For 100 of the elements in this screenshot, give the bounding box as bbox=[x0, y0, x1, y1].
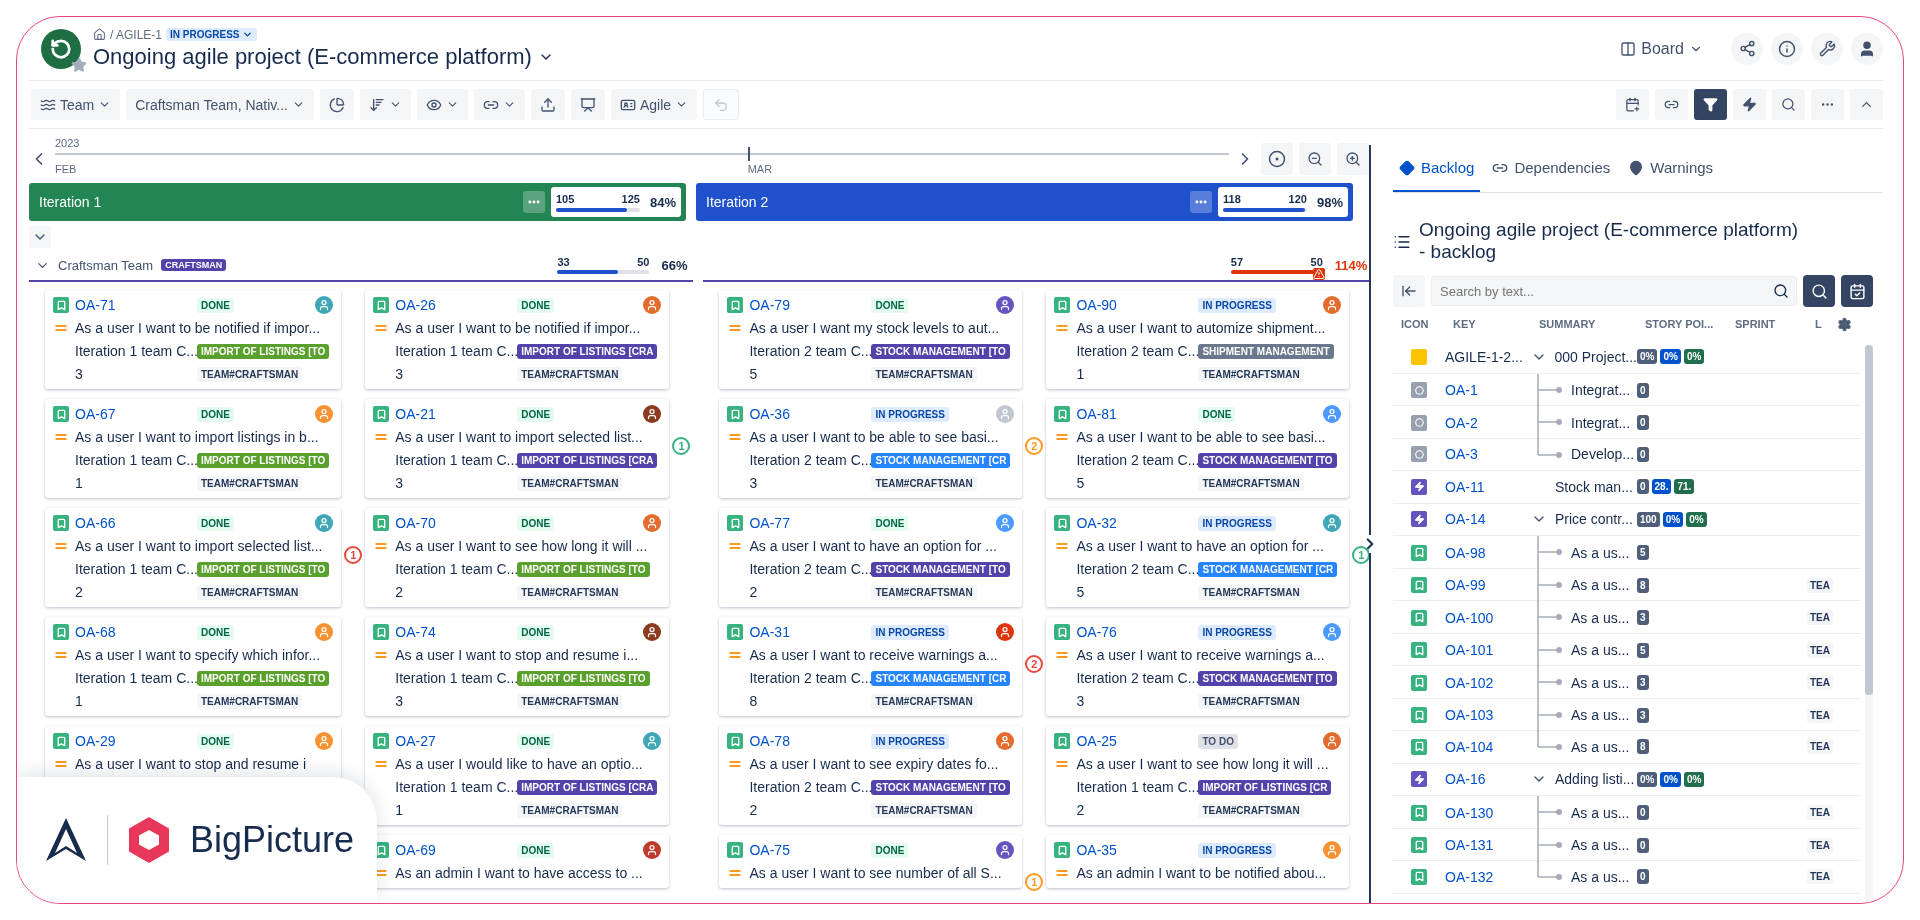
issue-key-link[interactable]: OA-66 bbox=[75, 515, 116, 531]
story-points-badge: 0 bbox=[1637, 446, 1649, 462]
panel-tab[interactable]: Warnings bbox=[1622, 145, 1720, 192]
issue-key-link[interactable]: OA-26 bbox=[395, 297, 436, 313]
issue-key-link[interactable]: OA-102 bbox=[1445, 674, 1531, 691]
column-header[interactable]: L bbox=[1807, 318, 1837, 330]
issue-key-link[interactable]: OA-31 bbox=[749, 624, 790, 640]
issue-key-link[interactable]: OA-81 bbox=[1076, 406, 1117, 422]
issue-key-link[interactable]: OA-25 bbox=[1076, 733, 1117, 749]
issue-key-link[interactable]: OA-99 bbox=[1445, 577, 1531, 593]
issue-key-link[interactable]: OA-71 bbox=[75, 297, 116, 313]
issue-card[interactable]: OA-67 DONE As a user I want to import listings in b... Iteration 1 team C... IMPORT OF LISTINGS [TO 1 TEAM#CRAFTSMAN bbox=[45, 399, 342, 498]
issue-key-link[interactable]: OA-27 bbox=[395, 733, 436, 749]
column-header[interactable]: STORY POI... bbox=[1637, 318, 1727, 330]
brand-name: BigPicture bbox=[190, 819, 355, 861]
issue-card[interactable]: OA-68 DONE As a user I want to specify which infor... Iteration 1 team C... IMPORT OF LISTINGS [TO 1 TEAM#CRAFTSMAN bbox=[45, 617, 342, 716]
issue-key-link[interactable]: OA-32 bbox=[1076, 515, 1117, 531]
issue-key-link[interactable]: OA-16 bbox=[1445, 771, 1531, 788]
search-field[interactable]: Search by text... bbox=[1431, 276, 1797, 306]
column-header[interactable]: SPRINT bbox=[1727, 318, 1807, 330]
issue-summary: As a user I want to receive warnings a... bbox=[1076, 647, 1325, 663]
issue-card[interactable]: OA-29 DONE As a user I want to stop and resume i bbox=[45, 726, 342, 779]
status-dropdown[interactable]: IN PROGRESS bbox=[166, 28, 257, 41]
issue-card[interactable]: OA-71 DONE As a user I want to be notified if impor... Iteration 1 team C... IMPORT OF LISTINGS [TO 3 TEAM#CRAFTSMAN bbox=[45, 290, 342, 389]
issue-card[interactable]: OA-78 IN PROGRESS As a user I want to see expiry dates fo... Iteration 2 team C... STOCK MANAGEMENT [TO 2 TEAM#CRAFTSMAN bbox=[719, 726, 1023, 825]
issue-key-link[interactable]: OA-75 bbox=[749, 842, 790, 858]
team-filter-dropdown[interactable]: Craftsman Team, Nativ... bbox=[126, 89, 314, 120]
issue-card[interactable]: OA-21 DONE As a user I want to import selected list... Iteration 1 team C... IMPORT OF LISTINGS [CRA 3 TEAM#CRAFTSMAN bbox=[365, 399, 670, 498]
issue-key-link[interactable]: OA-11 bbox=[1445, 478, 1531, 495]
iteration-bar[interactable]: Iteration 2 118 120 98% bbox=[696, 183, 1353, 221]
issue-card[interactable]: OA-36 IN PROGRESS As a user I want to be able to see basi... Iteration 2 team C... STOCK MANAGEMENT [CR 3 TEAM#CRAFTSMAN bbox=[719, 399, 1023, 498]
issue-card[interactable]: OA-70 DONE As a user I want to see how long it will ... Iteration 1 team C... IMPORT OF LISTINGS [TO 2 TEAM#CRAFTSMAN bbox=[365, 508, 670, 607]
issue-key-link[interactable]: OA-1 bbox=[1445, 382, 1531, 398]
issue-key-link[interactable]: OA-67 bbox=[75, 406, 116, 422]
view-dropdown[interactable]: Board bbox=[1614, 38, 1709, 59]
issue-key-link[interactable]: OA-131 bbox=[1445, 837, 1531, 853]
issue-card[interactable]: OA-81 DONE As a user I want to be able to see basi... Iteration 2 team C... STOCK MANAGEMENT [TO 5 TEAM#CRAFTSMAN bbox=[1046, 399, 1350, 498]
issue-card[interactable]: OA-32 IN PROGRESS As a user I want to have an option for ... Iteration 2 team C... STOCK MANAGEMENT [CR 5 TEAM#CRAFTSMAN bbox=[1046, 508, 1350, 607]
issue-key-link[interactable]: OA-103 bbox=[1445, 707, 1531, 723]
story-points-badge: 3 bbox=[1637, 707, 1649, 723]
issue-card[interactable]: OA-90 IN PROGRESS As a user I want to automize shipment... Iteration 2 team C... SHIPMENT MANAGEMENT 1 TEAM#CRAFTSMAN bbox=[1046, 290, 1350, 389]
issue-key-link[interactable]: OA-36 bbox=[749, 406, 790, 422]
issue-key-link[interactable]: OA-68 bbox=[75, 624, 116, 640]
issue-card[interactable]: OA-31 IN PROGRESS As a user I want to receive warnings a... Iteration 2 team C... STOCK MANAGEMENT [CR 8 TEAM#CRAFTSMAN bbox=[719, 617, 1023, 716]
backlog-title: Ongoing agile project (E-commerce platform) - backlog bbox=[1419, 219, 1799, 263]
timeline-track[interactable]: 2023 FEB MAR bbox=[55, 139, 1229, 179]
panel-tab[interactable]: Dependencies bbox=[1486, 145, 1617, 192]
issue-key-link[interactable]: OA-35 bbox=[1076, 842, 1117, 858]
column-header[interactable]: KEY bbox=[1445, 318, 1531, 330]
issue-card[interactable]: OA-66 DONE As a user I want to import selected list... Iteration 1 team C... IMPORT OF LISTINGS [TO 2 TEAM#CRAFTSMAN bbox=[45, 508, 342, 607]
story-points-badge: 3 bbox=[1637, 675, 1649, 690]
issue-key-link[interactable]: OA-100 bbox=[1445, 609, 1531, 626]
committed-points: 57 bbox=[1230, 256, 1244, 268]
dependency-count[interactable]: 1 bbox=[344, 546, 363, 564]
issue-key-link[interactable]: OA-3 bbox=[1445, 446, 1531, 463]
issue-key-link[interactable]: OA-101 bbox=[1445, 642, 1531, 658]
issue-key-link[interactable]: OA-104 bbox=[1445, 738, 1531, 755]
issue-card[interactable]: OA-75 DONE As a user I want to see number of all S... bbox=[719, 835, 1023, 888]
breadcrumb[interactable]: / AGILE-1 bbox=[110, 27, 163, 42]
issue-key-link[interactable]: OA-132 bbox=[1445, 868, 1531, 885]
story-points: 1 bbox=[74, 693, 84, 709]
issue-key-link[interactable]: OA-2 bbox=[1445, 414, 1531, 431]
issue-card[interactable]: OA-25 TO DO As a user I want to see how long it will ... Iteration 1 team C... IMPORT OF LISTINGS [CR 2 TEAM#CRAFTSMAN bbox=[1046, 726, 1350, 825]
mode-dropdown[interactable]: Agile bbox=[611, 89, 698, 120]
project-title[interactable]: Ongoing agile project (E-commerce platform) bbox=[93, 43, 554, 70]
team-dropdown[interactable]: Team bbox=[31, 89, 121, 120]
issue-card[interactable]: OA-79 DONE As a user I want my stock levels to aut... Iteration 2 team C... STOCK MANAGEMENT [TO 5 TEAM#CRAFTSMAN bbox=[719, 290, 1023, 389]
issue-card[interactable]: OA-27 DONE As a user I would like to have an optio... Iteration 1 team C... IMPORT OF LISTINGS [CRA 1 TEAM#CRAFTSMAN bbox=[365, 726, 670, 825]
issue-key-link[interactable]: OA-78 bbox=[749, 733, 790, 749]
issue-key-link[interactable]: OA-77 bbox=[749, 515, 790, 531]
issue-key-link[interactable]: OA-29 bbox=[75, 733, 116, 749]
issue-key-link[interactable]: OA-74 bbox=[395, 624, 436, 640]
column-header[interactable]: ICON bbox=[1393, 318, 1445, 330]
column-header[interactable]: SUMMARY bbox=[1531, 318, 1637, 330]
issue-key-link[interactable]: OA-79 bbox=[749, 297, 790, 313]
issue-summary: As an admin I want to have access to ... bbox=[395, 865, 643, 881]
story-points-badge: 0 bbox=[1637, 805, 1649, 820]
capacity-percent: 98% bbox=[1316, 194, 1343, 210]
issue-card[interactable]: OA-26 DONE As a user I want to be notified if impor... Iteration 1 team C... IMPORT OF LISTINGS [CRA 3 TEAM#CRAFTSMAN bbox=[365, 290, 670, 389]
team-label: TEA bbox=[1807, 869, 1833, 885]
issue-card[interactable]: OA-77 DONE As a user I want to have an option for ... Iteration 2 team C... STOCK MANAGEMENT [TO 2 TEAM#CRAFTSMAN bbox=[719, 508, 1023, 607]
issue-card[interactable]: OA-35 IN PROGRESS As an admin I want to be notified abou... bbox=[1046, 835, 1350, 888]
issue-key-link[interactable]: OA-90 bbox=[1076, 297, 1117, 313]
iteration-bar[interactable]: Iteration 1 105 125 84% bbox=[29, 183, 686, 221]
issue-key-link[interactable]: OA-76 bbox=[1076, 624, 1117, 640]
team-label: TEAM#CRAFTSMAN bbox=[871, 584, 977, 600]
issue-summary: As a us... bbox=[1571, 804, 1630, 821]
issue-key-link[interactable]: OA-130 bbox=[1445, 804, 1531, 821]
issue-key-link[interactable]: OA-70 bbox=[395, 515, 436, 531]
iteration-name: Iteration 2 bbox=[706, 194, 770, 210]
panel-tab[interactable]: Backlog bbox=[1393, 145, 1481, 192]
issue-summary: As a user I want to import selected list... bbox=[75, 538, 323, 554]
issue-key-link[interactable]: OA-21 bbox=[395, 406, 436, 422]
dependency-count[interactable]: 2 bbox=[1025, 655, 1044, 673]
issue-card[interactable]: OA-76 IN PROGRESS As a user I want to receive warnings a... Iteration 2 team C... STOCK MANAGEMENT [TO 3 TEAM#CRAFTSMAN bbox=[1046, 617, 1350, 716]
issue-key-link[interactable]: OA-98 bbox=[1445, 544, 1531, 561]
issue-key-link[interactable]: OA-69 bbox=[395, 842, 436, 858]
issue-key-link[interactable]: AGILE-1-2... bbox=[1445, 348, 1531, 365]
issue-card[interactable]: OA-74 DONE As a user I want to stop and resume i... Iteration 1 team C... IMPORT OF LISTINGS [TO 3 TEAM#CRAFTSMAN bbox=[365, 617, 670, 716]
issue-key-link[interactable]: OA-14 bbox=[1445, 511, 1531, 528]
